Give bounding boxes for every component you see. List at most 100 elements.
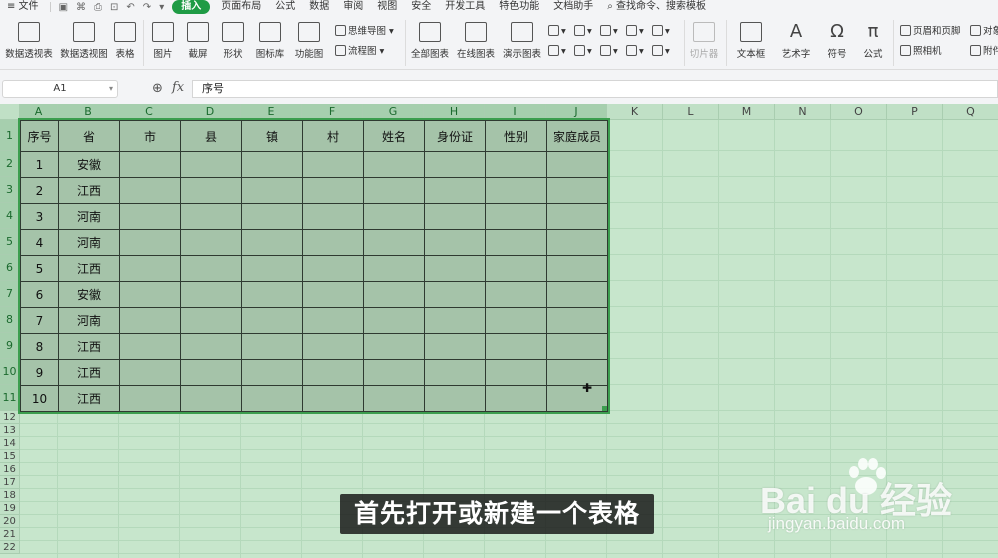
table-cell[interactable] bbox=[485, 307, 547, 334]
tab-developer[interactable]: 开发工具 bbox=[438, 0, 492, 14]
table-cell[interactable] bbox=[180, 333, 242, 360]
table-cell[interactable] bbox=[119, 203, 181, 230]
table-cell[interactable] bbox=[302, 151, 364, 178]
name-box[interactable]: A1 ▾ bbox=[2, 80, 118, 98]
bar-chart-dropdown[interactable]: ▾ bbox=[574, 24, 592, 40]
header-cell[interactable]: 县 bbox=[180, 120, 242, 152]
column-header-i[interactable]: I bbox=[485, 104, 546, 120]
scatter-chart-dropdown[interactable]: ▾ bbox=[626, 44, 644, 60]
attachment-button[interactable]: 附件 bbox=[970, 44, 998, 60]
object-button[interactable]: 对象 bbox=[970, 24, 998, 40]
table-cell[interactable] bbox=[241, 359, 303, 386]
stock-chart-dropdown[interactable]: ▾ bbox=[574, 44, 592, 60]
column-header-d[interactable]: D bbox=[180, 104, 241, 120]
row-header-20[interactable]: 20 bbox=[0, 515, 20, 528]
table-cell[interactable] bbox=[302, 203, 364, 230]
undo-icon[interactable]: ↶ bbox=[122, 2, 138, 13]
row-header-19[interactable]: 19 bbox=[0, 502, 20, 515]
row-header-6[interactable]: 6 bbox=[0, 255, 20, 281]
table-cell[interactable] bbox=[363, 255, 425, 282]
table-cell[interactable] bbox=[119, 255, 181, 282]
column-header-e[interactable]: E bbox=[241, 104, 302, 120]
table-cell[interactable] bbox=[241, 151, 303, 178]
table-cell[interactable] bbox=[180, 359, 242, 386]
row-header-3[interactable]: 3 bbox=[0, 177, 20, 203]
table-cell[interactable] bbox=[180, 203, 242, 230]
table-cell[interactable]: 河南 bbox=[58, 229, 120, 256]
table-cell[interactable] bbox=[424, 229, 486, 256]
table-cell[interactable] bbox=[302, 359, 364, 386]
table-cell[interactable] bbox=[546, 255, 608, 282]
table-cell[interactable] bbox=[424, 359, 486, 386]
chevron-down-icon[interactable]: ▾ bbox=[109, 81, 113, 97]
redo-icon[interactable]: ↷ bbox=[139, 2, 155, 13]
table-cell[interactable] bbox=[302, 229, 364, 256]
file-menu[interactable]: ≡ 文件 bbox=[0, 0, 46, 14]
table-cell[interactable] bbox=[546, 229, 608, 256]
mindmap-button[interactable]: 思维导图 ▾ bbox=[335, 24, 394, 40]
column-header-j[interactable]: J bbox=[546, 104, 607, 120]
demo-charts-button[interactable]: 演示图表 bbox=[502, 22, 542, 66]
table-cell[interactable] bbox=[546, 203, 608, 230]
table-cell[interactable] bbox=[241, 281, 303, 308]
table-cell[interactable] bbox=[424, 255, 486, 282]
wordart-button[interactable]: A 艺术字 bbox=[776, 22, 816, 66]
function-chart-button[interactable]: 功能图 bbox=[291, 22, 327, 66]
table-cell[interactable] bbox=[180, 151, 242, 178]
column-header-a[interactable]: A bbox=[20, 104, 58, 120]
formula-button[interactable]: π 公式 bbox=[858, 22, 888, 66]
formula-input[interactable]: 序号 bbox=[192, 80, 998, 98]
table-cell[interactable] bbox=[119, 177, 181, 204]
line-chart-dropdown[interactable]: ▾ bbox=[600, 24, 618, 40]
column-header-m[interactable]: M bbox=[719, 104, 775, 120]
table-cell[interactable] bbox=[180, 307, 242, 334]
header-cell[interactable]: 身份证 bbox=[424, 120, 486, 152]
column-header-h[interactable]: H bbox=[424, 104, 485, 120]
column-header-p[interactable]: P bbox=[887, 104, 943, 120]
row-header-12[interactable]: 12 bbox=[0, 411, 20, 424]
tab-doc-assistant[interactable]: 文档助手 bbox=[546, 0, 600, 14]
table-cell[interactable] bbox=[485, 255, 547, 282]
table-cell[interactable]: 河南 bbox=[58, 307, 120, 334]
column-chart-dropdown[interactable]: ▾ bbox=[548, 24, 566, 40]
table-cell[interactable] bbox=[363, 281, 425, 308]
table-cell[interactable]: 6 bbox=[20, 281, 59, 308]
row-header-13[interactable]: 13 bbox=[0, 424, 20, 437]
pivot-chart-button[interactable]: 数据透视图 bbox=[59, 22, 109, 66]
table-cell[interactable] bbox=[485, 151, 547, 178]
table-cell[interactable] bbox=[363, 333, 425, 360]
header-cell[interactable]: 家庭成员 bbox=[546, 120, 608, 152]
row-header-10[interactable]: 10 bbox=[0, 359, 20, 385]
column-header-c[interactable]: C bbox=[119, 104, 180, 120]
table-cell[interactable] bbox=[180, 281, 242, 308]
table-cell[interactable]: 江西 bbox=[58, 385, 120, 412]
table-cell[interactable] bbox=[424, 177, 486, 204]
table-cell[interactable] bbox=[119, 281, 181, 308]
table-cell[interactable] bbox=[302, 307, 364, 334]
table-button[interactable]: 表格 bbox=[113, 22, 137, 66]
header-cell[interactable]: 姓名 bbox=[363, 120, 425, 152]
icon-library-button[interactable]: 图标库 bbox=[255, 22, 285, 66]
table-cell[interactable] bbox=[546, 281, 608, 308]
tab-review[interactable]: 审阅 bbox=[336, 0, 370, 14]
table-cell[interactable]: 安徽 bbox=[58, 151, 120, 178]
table-cell[interactable] bbox=[241, 229, 303, 256]
all-charts-button[interactable]: 全部图表 bbox=[410, 22, 450, 66]
command-search[interactable]: ⌕ 查找命令、搜索模板 bbox=[600, 0, 713, 14]
slicer-button[interactable]: 切片器 bbox=[688, 22, 720, 66]
table-cell[interactable] bbox=[485, 333, 547, 360]
header-cell[interactable]: 村 bbox=[302, 120, 364, 152]
table-cell[interactable] bbox=[241, 177, 303, 204]
table-cell[interactable]: 2 bbox=[20, 177, 59, 204]
table-cell[interactable] bbox=[302, 255, 364, 282]
table-cell[interactable] bbox=[180, 177, 242, 204]
table-cell[interactable] bbox=[302, 333, 364, 360]
tab-formula[interactable]: 公式 bbox=[268, 0, 302, 14]
column-header-k[interactable]: K bbox=[607, 104, 663, 120]
row-header-2[interactable]: 2 bbox=[0, 151, 20, 177]
row-header-11[interactable]: 11 bbox=[0, 385, 20, 411]
table-cell[interactable] bbox=[363, 151, 425, 178]
table-cell[interactable] bbox=[363, 359, 425, 386]
table-cell[interactable] bbox=[546, 307, 608, 334]
table-cell[interactable] bbox=[546, 359, 608, 386]
